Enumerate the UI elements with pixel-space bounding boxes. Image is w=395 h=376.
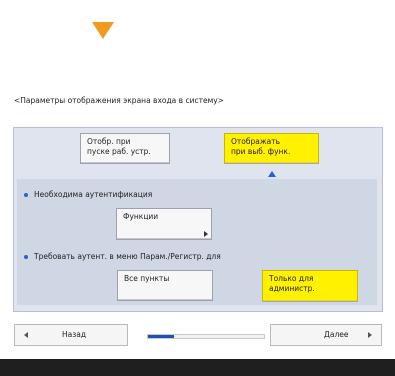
auth-required-label: Необходима аутентификация <box>24 190 152 199</box>
orange-arrow-down-icon <box>92 22 114 39</box>
option-display-at-startup[interactable]: Отобр. при пуске раб. устр. <box>80 133 170 164</box>
option-label-line1: Отображать <box>231 137 280 146</box>
status-bar <box>0 359 395 376</box>
option-label-line2: администр. <box>269 284 315 293</box>
bullet-icon <box>24 255 28 259</box>
option-label-line2: при выб. функ. <box>231 147 291 156</box>
functions-button[interactable]: Функции <box>116 208 212 240</box>
expand-corner-icon <box>204 231 208 237</box>
option-label-line2: пуске раб. устр. <box>87 147 151 156</box>
option-admin-only[interactable]: Только для администр. <box>262 270 358 302</box>
option-label-line1: Отобр. при <box>87 137 131 146</box>
bullet-icon <box>24 193 28 197</box>
arrow-right-icon <box>368 332 372 338</box>
option-label-line1: Только для <box>269 274 314 283</box>
next-label: Далее <box>324 330 349 339</box>
back-button[interactable]: Назад <box>14 324 128 346</box>
settings-menu-auth-label: Требовать аутент. в меню Парам./Регистр.… <box>24 252 221 261</box>
arrow-left-icon <box>24 332 28 338</box>
next-button[interactable]: Далее <box>270 324 382 346</box>
page-progress-bar <box>147 334 265 339</box>
option-display-on-function-select[interactable]: Отображать при выб. функ. <box>224 133 319 164</box>
functions-label: Функции <box>123 212 159 221</box>
back-label: Назад <box>62 330 87 339</box>
option-label: Все пункты <box>124 274 170 283</box>
progress-fill <box>148 335 174 338</box>
selection-indicator-icon <box>268 171 276 177</box>
option-all-items[interactable]: Все пункты <box>117 270 213 301</box>
page-heading: <Параметры отображения экрана входа в си… <box>14 96 224 105</box>
